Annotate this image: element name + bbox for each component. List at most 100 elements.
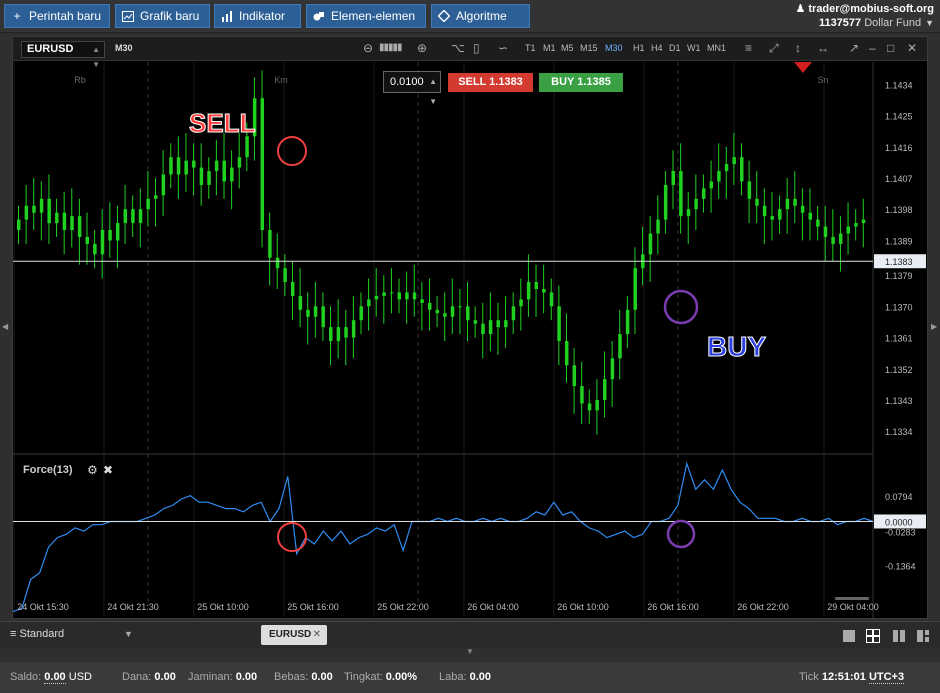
- indicator-button[interactable]: Indikator: [214, 4, 301, 28]
- candle-body: [519, 299, 523, 307]
- candle-body: [572, 365, 577, 387]
- lot-size-input[interactable]: 0.0100 ▲ ▼: [383, 71, 441, 106]
- day-label: Sn: [817, 75, 828, 85]
- maximize-icon[interactable]: □: [887, 41, 894, 55]
- account-email: trader@mobius-soft.org: [808, 3, 934, 15]
- candle-body: [237, 157, 242, 168]
- current-timeframe: M30: [115, 43, 133, 53]
- chart-plot-area[interactable]: Rb Km Sn 1.1434 1.1425 1.1416 1.1407 1.1398 1.13…: [13, 62, 927, 618]
- candle-body: [184, 160, 188, 175]
- zoom-in-icon[interactable]: ⊕: [417, 41, 427, 55]
- detach-icon[interactable]: ↗: [849, 41, 859, 55]
- layout-grid-icon[interactable]: [866, 629, 880, 643]
- left-collapse-icon[interactable]: ◀: [2, 322, 8, 331]
- tf-m1[interactable]: M1: [543, 43, 556, 53]
- candle-body: [32, 205, 36, 213]
- candle-body: [800, 205, 805, 213]
- price-tick-label: 1.1370: [885, 302, 913, 312]
- diagonal-resize-icon[interactable]: ⤢: [769, 41, 779, 56]
- account-fund: Dollar Fund: [864, 17, 922, 29]
- candle-body: [93, 243, 97, 255]
- candle-body: [785, 198, 790, 210]
- chart-tab-eurusd[interactable]: EURUSD ✕: [261, 625, 327, 645]
- candle-body: [412, 292, 417, 300]
- candle-body: [755, 198, 759, 206]
- layout-columns-icon[interactable]: [892, 629, 906, 643]
- chevron-down-icon[interactable]: ▼: [925, 18, 934, 28]
- candle-body: [861, 219, 866, 224]
- panel-expand-icon[interactable]: ▼: [466, 647, 474, 656]
- candle-body: [816, 219, 820, 227]
- tf-h1[interactable]: H1: [633, 43, 645, 53]
- margin: Jaminan: 0.00: [188, 671, 258, 683]
- candle-body: [214, 160, 219, 172]
- elements-button[interactable]: Elemen-elemen: [306, 4, 426, 28]
- line-type-icon[interactable]: ∽: [498, 41, 508, 55]
- candle-body: [351, 320, 356, 338]
- candle-body: [793, 198, 797, 206]
- candle-body: [823, 226, 828, 237]
- close-icon[interactable]: ✕: [313, 625, 321, 645]
- algorithm-button[interactable]: Algoritme: [431, 4, 530, 28]
- tf-t1[interactable]: T1: [525, 43, 536, 53]
- sort-icon[interactable]: ≡: [745, 41, 752, 55]
- account-number: 1137577: [818, 17, 862, 29]
- candle-body: [39, 198, 44, 213]
- candle-body: [100, 230, 105, 255]
- minimize-icon[interactable]: –: [869, 41, 876, 55]
- candle-body: [846, 226, 851, 234]
- tf-m15[interactable]: M15: [580, 43, 598, 53]
- gear-icon[interactable]: ⚙: [87, 463, 98, 477]
- candle-body: [367, 299, 371, 307]
- tf-h4[interactable]: H4: [651, 43, 663, 53]
- force-value-label: 0.0000: [885, 517, 913, 527]
- close-icon[interactable]: ✖: [103, 463, 113, 477]
- tf-mn1[interactable]: MN1: [707, 43, 726, 53]
- time-tick-label: 24 Okt 21:30: [107, 602, 159, 612]
- algorithm-label: Algoritme: [456, 9, 507, 23]
- price-tick-label: 1.1407: [885, 174, 913, 184]
- indicator-title: Force(13): [23, 464, 73, 476]
- horizontal-resize-icon[interactable]: ↔: [817, 41, 829, 55]
- tf-m30[interactable]: M30: [605, 43, 623, 53]
- tab-label: EURUSD: [269, 629, 312, 640]
- sell-button[interactable]: SELL 1.1383: [448, 73, 533, 92]
- tf-m5[interactable]: M5: [561, 43, 574, 53]
- new-order-button[interactable]: + Perintah baru: [4, 4, 110, 28]
- new-chart-button[interactable]: Grafik baru: [115, 4, 210, 28]
- candle-body: [595, 399, 599, 411]
- candle-body: [70, 216, 74, 231]
- candle-body: [778, 209, 782, 220]
- current-price-label: 1.1383: [885, 257, 913, 267]
- candle-body: [131, 209, 135, 224]
- time-tick-label: 26 Okt 10:00: [557, 602, 609, 612]
- layout-single-icon[interactable]: [842, 629, 856, 643]
- tf-w1[interactable]: W1: [687, 43, 701, 53]
- tf-d1[interactable]: D1: [669, 43, 681, 53]
- sell-annotation: SELL: [189, 108, 256, 138]
- candle-type-icon[interactable]: ▯: [473, 41, 480, 55]
- close-icon[interactable]: ✕: [907, 41, 917, 55]
- profit: Laba: 0.00: [439, 671, 492, 683]
- candle-body: [732, 157, 736, 165]
- candle-body: [747, 181, 752, 199]
- chevron-down-icon[interactable]: ▼: [124, 629, 133, 639]
- vertical-resize-icon[interactable]: ↕: [795, 41, 801, 55]
- horizontal-scrollbar[interactable]: [835, 597, 869, 600]
- candle-body: [511, 306, 516, 321]
- bar-type-icon[interactable]: ⌥: [451, 41, 465, 55]
- candle-body: [504, 320, 508, 328]
- zoom-slider[interactable]: ▮▮▮▮▮: [379, 42, 402, 53]
- lot-size-value: 0.0100: [390, 76, 424, 88]
- candle-body: [656, 219, 660, 234]
- candle-body: [382, 292, 386, 296]
- symbol-selector[interactable]: EURUSD ▲ ▼: [21, 41, 105, 69]
- buy-button[interactable]: BUY 1.1385: [539, 73, 623, 92]
- scroll-marker[interactable]: [794, 62, 812, 73]
- layout-split-icon[interactable]: [916, 629, 930, 643]
- zoom-out-icon[interactable]: ⊖: [363, 41, 373, 55]
- account-info[interactable]: ♟ trader@mobius-soft.org 1137577 Dollar …: [795, 2, 934, 30]
- price-tick-label: 1.1389: [885, 236, 913, 246]
- layout-selector[interactable]: ≡ Standard: [10, 628, 64, 640]
- right-collapse-icon[interactable]: ▶: [931, 322, 937, 331]
